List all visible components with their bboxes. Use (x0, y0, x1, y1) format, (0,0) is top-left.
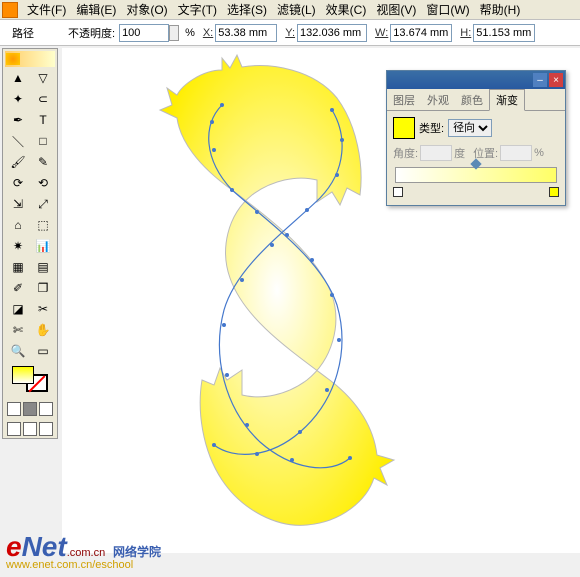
menu-bar: 文件(F) 编辑(E) 对象(O) 文字(T) 选择(S) 滤镜(L) 效果(C… (0, 0, 580, 20)
selection-tool[interactable]: ▲ (6, 68, 30, 88)
watermark-domain: .com.cn (67, 547, 106, 559)
menu-view[interactable]: 视图(V) (376, 1, 416, 18)
s-letter-artwork[interactable] (142, 50, 402, 540)
watermark-academy: 网络学院 (113, 545, 161, 559)
w-input[interactable] (390, 24, 452, 42)
flower-icon (6, 53, 20, 65)
app-icon (2, 2, 18, 18)
tab-gradient[interactable]: 渐变 (489, 89, 525, 111)
mesh-tool[interactable]: ▦ (6, 257, 30, 277)
menu-filter[interactable]: 滤镜(L) (277, 1, 316, 18)
h-label: H: (460, 27, 471, 39)
color-swatches (5, 366, 55, 436)
position-input[interactable] (500, 145, 532, 161)
slice-tool[interactable]: ✂ (31, 299, 55, 319)
gradient-panel: – × 图层 外观 颜色 渐变 类型: 径向 角度: 度 位置: % (386, 70, 566, 206)
y-label: Y: (285, 27, 295, 39)
watermark: eNet.com.cn 网络学院 www.enet.com.cn/eschool (6, 531, 161, 571)
menu-edit[interactable]: 编辑(E) (76, 1, 116, 18)
hand-tool[interactable]: ✋ (31, 320, 55, 340)
angle-unit: 度 (454, 145, 465, 161)
watermark-url: www.enet.com.cn/eschool (6, 559, 161, 571)
gradient-tool[interactable]: ▤ (31, 257, 55, 277)
options-bar: 路径 不透明度: % X: Y: W: H: (0, 20, 580, 46)
symbol-sprayer-tool[interactable]: ✷ (6, 236, 30, 256)
tool-grid: ▲▽✦⊂✒T＼□🖌✎⟳⟲⇲⤢⌂⬚✷📊▦▤✐❐◪✂✄✋🔍▭ (5, 67, 55, 362)
x-input[interactable] (215, 24, 277, 42)
graph-tool[interactable]: 📊 (31, 236, 55, 256)
scale-tool[interactable]: ⇲ (6, 194, 30, 214)
pen-tool[interactable]: ✒ (6, 110, 30, 130)
panel-body: 类型: 径向 角度: 度 位置: % (387, 111, 565, 205)
warp-tool[interactable]: ⌂ (6, 215, 30, 235)
zoom-tool[interactable]: 🔍 (6, 341, 30, 361)
menu-help[interactable]: 帮助(H) (480, 1, 521, 18)
gradient-stop-right[interactable] (549, 187, 559, 197)
w-label: W: (375, 27, 388, 39)
gradient-slider[interactable] (395, 167, 557, 183)
angle-label: 角度: (393, 145, 418, 161)
position-unit: % (534, 147, 544, 159)
tool-name-label: 路径 (12, 25, 60, 41)
gradient-mode-icon[interactable] (23, 402, 37, 416)
toolbox-panel: ▲▽✦⊂✒T＼□🖌✎⟳⟲⇲⤢⌂⬚✷📊▦▤✐❐◪✂✄✋🔍▭ (2, 48, 58, 439)
menu-select[interactable]: 选择(S) (227, 1, 267, 18)
line-tool[interactable]: ＼ (6, 131, 30, 151)
toolbox-header[interactable] (5, 51, 55, 67)
scissors-tool[interactable]: ✄ (6, 320, 30, 340)
type-tool[interactable]: T (31, 110, 55, 130)
gradient-stop-left[interactable] (393, 187, 403, 197)
opacity-stepper[interactable] (169, 25, 179, 41)
screen-normal-icon[interactable] (7, 422, 21, 436)
gradient-stops (393, 187, 559, 199)
eyedropper-tool[interactable]: ✐ (6, 278, 30, 298)
screen-full-icon[interactable] (23, 422, 37, 436)
panel-close-button[interactable]: × (549, 73, 563, 87)
screen-present-icon[interactable] (39, 422, 53, 436)
menu-window[interactable]: 窗口(W) (426, 1, 469, 18)
direct-selection-tool[interactable]: ▽ (31, 68, 55, 88)
opacity-label: 不透明度: (68, 25, 115, 41)
fill-swatch[interactable] (12, 366, 34, 384)
shear-tool[interactable]: ⤢ (31, 194, 55, 214)
tab-layers[interactable]: 图层 (387, 90, 421, 110)
rotate-tool[interactable]: ⟳ (6, 173, 30, 193)
live-paint-tool[interactable]: ◪ (6, 299, 30, 319)
opacity-unit: % (185, 27, 195, 39)
menu-file[interactable]: 文件(F) (27, 1, 66, 18)
watermark-e: e (6, 531, 22, 562)
blend-tool[interactable]: ❐ (31, 278, 55, 298)
tab-color[interactable]: 颜色 (455, 90, 489, 110)
none-mode-icon[interactable] (39, 402, 53, 416)
pencil-tool[interactable]: ✎ (31, 152, 55, 172)
color-mode-icon[interactable] (7, 402, 21, 416)
reflect-tool[interactable]: ⟲ (31, 173, 55, 193)
h-input[interactable] (473, 24, 535, 42)
x-label: X: (203, 27, 213, 39)
paintbrush-tool[interactable]: 🖌 (6, 152, 30, 172)
menu-object[interactable]: 对象(O) (126, 1, 167, 18)
type-label: 类型: (419, 120, 444, 136)
opacity-input[interactable] (119, 24, 169, 42)
gradient-type-select[interactable]: 径向 (448, 119, 492, 137)
panel-titlebar[interactable]: – × (387, 71, 565, 89)
panel-tabs: 图层 外观 颜色 渐变 (387, 89, 565, 111)
y-input[interactable] (297, 24, 367, 42)
magic-wand-tool[interactable]: ✦ (6, 89, 30, 109)
menu-type[interactable]: 文字(T) (178, 1, 217, 18)
page-tool[interactable]: ▭ (31, 341, 55, 361)
angle-input[interactable] (420, 145, 452, 161)
menu-effect[interactable]: 效果(C) (326, 1, 367, 18)
tab-appearance[interactable]: 外观 (421, 90, 455, 110)
free-transform-tool[interactable]: ⬚ (31, 215, 55, 235)
lasso-tool[interactable]: ⊂ (31, 89, 55, 109)
panel-minimize-button[interactable]: – (533, 73, 547, 87)
gradient-preview-swatch[interactable] (393, 117, 415, 139)
watermark-net: Net (22, 531, 67, 562)
rectangle-tool[interactable]: □ (31, 131, 55, 151)
